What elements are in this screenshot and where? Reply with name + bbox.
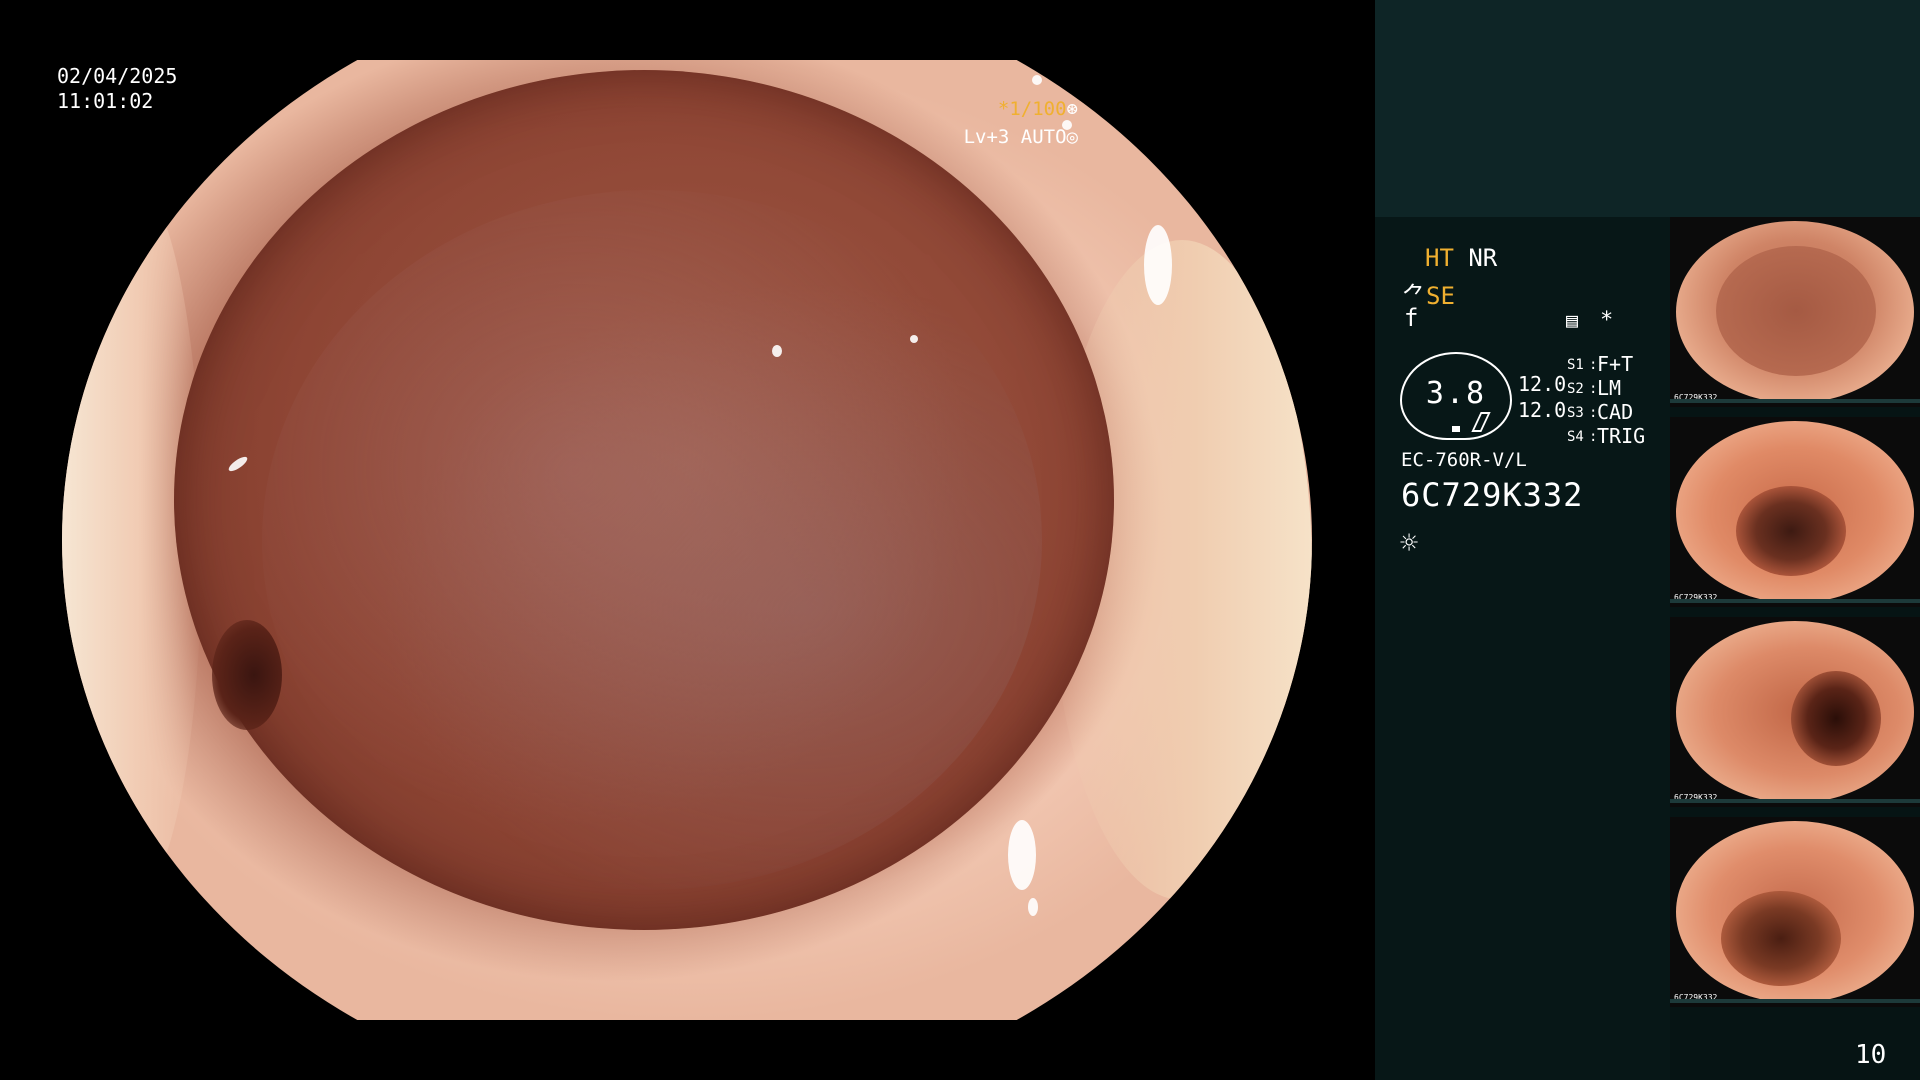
- thumbnail-image[interactable]: 6C729K332: [1670, 817, 1920, 1007]
- glare-spot: [1028, 898, 1038, 916]
- asterisk-mark: *: [1600, 308, 1614, 333]
- date-time-readout: 02/04/2025 11:01:02: [57, 64, 177, 114]
- switch-value: F+T: [1597, 352, 1634, 376]
- iris-readout: Lv+3 AUTO◎: [964, 126, 1078, 148]
- ht-label: HT: [1425, 244, 1454, 272]
- f-indicator: f: [1404, 304, 1418, 332]
- date-text: 02/04/2025: [57, 64, 178, 88]
- time-text: 11:01:02: [57, 89, 154, 113]
- aperture-icon: ⊛: [1066, 98, 1078, 120]
- switch-value: CAD: [1597, 400, 1634, 424]
- shutter-readout: *1/100⊛: [998, 98, 1078, 120]
- nr-label: NR: [1468, 244, 1498, 272]
- shutter-text: *1/100: [997, 98, 1067, 120]
- thumbnail-image[interactable]: 6C729K332: [1670, 417, 1920, 607]
- gauge-tick: [1471, 412, 1491, 432]
- switch-value: TRIG: [1597, 424, 1646, 448]
- glare-spot: [910, 335, 918, 343]
- page-number: 10: [1855, 1040, 1887, 1070]
- thumbnail-image[interactable]: 6C729K332: [1670, 217, 1920, 407]
- value-2: 12.0: [1518, 398, 1567, 422]
- iris-text: Lv+3 AUTO: [963, 126, 1067, 148]
- endoscopy-screen: 02/04/2025 11:01:02 *1/100⊛ Lv+3 AUTO◎ H…: [0, 0, 1920, 1080]
- glare-spot: [1008, 820, 1036, 890]
- endoscopic-view: [62, 60, 1312, 1020]
- target-icon: ◎: [1066, 126, 1078, 148]
- f-label: f: [1404, 304, 1419, 332]
- se-label: SE: [1426, 282, 1455, 310]
- scope-serial: 6C729K332: [1401, 476, 1584, 514]
- glare-spot: [772, 345, 782, 357]
- info-panel-header: [1375, 0, 1920, 217]
- memo-icon: ▤: [1566, 308, 1579, 332]
- switch-key: S3: [1567, 405, 1584, 421]
- info-panel: [1375, 217, 1670, 1080]
- value-1: 12.0: [1518, 372, 1567, 396]
- glare-spot: [1144, 225, 1172, 305]
- switch-key: S1: [1567, 357, 1584, 373]
- switch-key: S2: [1567, 381, 1584, 397]
- switch-value: LM: [1597, 376, 1622, 400]
- glare-spot: [1032, 75, 1042, 85]
- ht-nr-indicator: HT NR: [1425, 244, 1497, 272]
- dark-fold-pocket: [212, 620, 282, 730]
- vascular-pattern: [262, 190, 1042, 890]
- gauge-mark: [1452, 426, 1460, 432]
- switch-key: S4: [1567, 429, 1584, 445]
- brightness-gauge: 3.8: [1400, 352, 1512, 440]
- scope-model: EC-760R-V/L: [1401, 449, 1527, 471]
- gauge-value: 3.8: [1425, 376, 1487, 411]
- thumbnail-image[interactable]: 6C729K332: [1670, 617, 1920, 807]
- sun-icon: ☼: [1400, 526, 1419, 561]
